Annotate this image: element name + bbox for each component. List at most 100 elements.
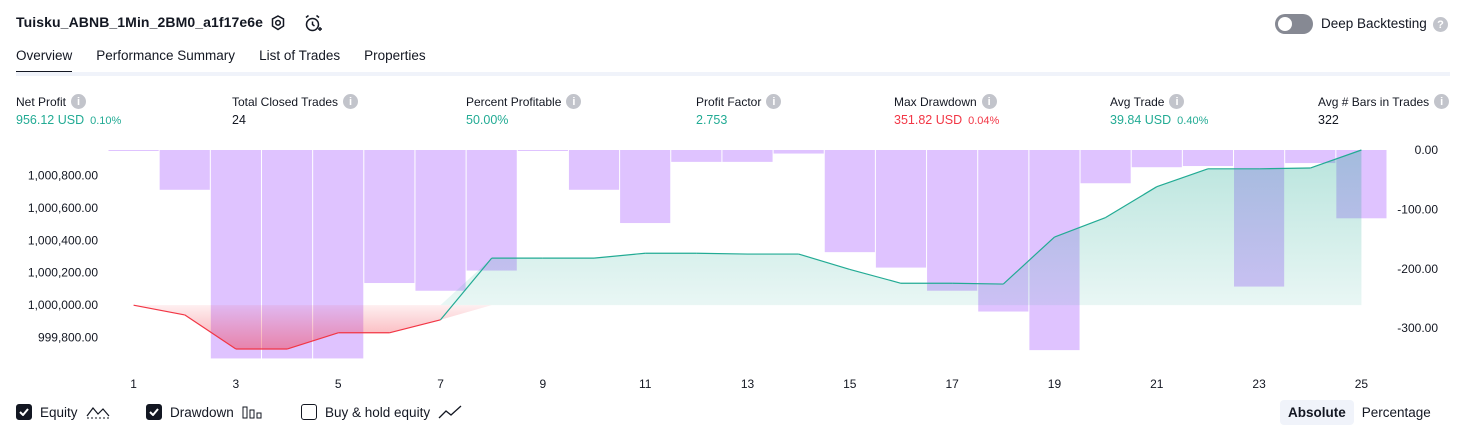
metric-label: Max Drawdown (894, 94, 977, 109)
metric-percent-profitable: Percent Profitable i 50.00% (466, 94, 582, 127)
x-tick-label: 9 (540, 377, 547, 391)
equity-line-segment (952, 282, 1004, 285)
drawdown-bar (671, 150, 722, 162)
legend-buy-hold[interactable]: Buy & hold equity (301, 404, 462, 420)
y-left-tick-label: 999,800.00 (38, 331, 98, 345)
metric-avg-bars: Avg # Bars in Trades i 322 (1318, 94, 1450, 127)
y-right-tick-label: -300.00 (1397, 321, 1438, 335)
x-tick-label: 25 (1355, 377, 1369, 391)
legend-label: Equity (40, 404, 78, 420)
drawdown-checkbox[interactable] (146, 404, 162, 420)
drawdown-bars-icon (242, 406, 262, 419)
tab-overview[interactable]: Overview (16, 48, 73, 74)
tab-list-of-trades[interactable]: List of Trades (259, 48, 340, 74)
metric-avg-trade: Avg Trade i 39.84 USD 0.40% (1110, 94, 1208, 127)
drawdown-bar (517, 150, 568, 151)
x-tick-label: 5 (335, 377, 342, 391)
buy-hold-checkbox[interactable] (301, 404, 317, 420)
info-icon[interactable]: i (766, 94, 782, 109)
metric-max-drawdown: Max Drawdown i 351.82 USD 0.04% (894, 94, 999, 127)
x-tick-label: 7 (437, 377, 444, 391)
y-right-tick-label: -100.00 (1397, 202, 1438, 216)
metric-value: 956.12 USD (16, 113, 85, 127)
tab-bar: Overview Performance Summary List of Tra… (16, 48, 426, 74)
info-icon[interactable]: i (343, 94, 359, 109)
drawdown-bar (875, 150, 927, 268)
info-icon[interactable]: i (566, 94, 582, 109)
strategy-title: Tuisku_ABNB_1Min_2BM0_a1f17e6e (16, 14, 264, 30)
drawdown-bar (108, 150, 159, 151)
metric-label: Profit Factor (696, 94, 762, 109)
alarm-clock-plus-icon[interactable] (302, 13, 322, 33)
x-tick-label: 21 (1150, 377, 1164, 391)
info-icon[interactable]: i (1169, 94, 1185, 109)
drawdown-bar (466, 150, 517, 271)
metric-profit-factor: Profit Factor i 2.753 (696, 94, 782, 127)
drawdown-bar (415, 150, 466, 291)
legend-label: Buy & hold equity (325, 404, 431, 420)
metric-percent: 0.10% (90, 115, 122, 127)
equity-checkbox[interactable] (16, 404, 32, 420)
metric-value: 351.82 USD (894, 113, 963, 127)
x-tick-label: 11 (639, 377, 652, 391)
drawdown-bar (568, 150, 620, 190)
metric-label: Total Closed Trades (232, 94, 339, 109)
y-left-tick-label: 1,000,000.00 (28, 298, 98, 312)
tab-properties[interactable]: Properties (364, 48, 426, 74)
absolute-button[interactable]: Absolute (1280, 400, 1354, 425)
info-icon[interactable]: i (1434, 94, 1450, 109)
deep-backtesting-label: Deep Backtesting (1321, 16, 1427, 31)
x-tick-label: 13 (741, 377, 755, 391)
drawdown-bar (722, 150, 773, 162)
help-icon[interactable]: ? (1433, 17, 1448, 32)
y-right-tick-label: -200.00 (1397, 262, 1438, 276)
metric-value: 2.753 (696, 113, 728, 127)
metric-percent: 0.40% (1177, 115, 1209, 127)
info-icon[interactable]: i (981, 94, 997, 109)
metric-label: Avg # Bars in Trades (1318, 94, 1430, 109)
drawdown-bar (1182, 150, 1234, 167)
metric-percent: 0.04% (968, 115, 1000, 127)
equity-line-segment (1259, 167, 1311, 170)
metric-total-closed-trades: Total Closed Trades i 24 (232, 94, 359, 127)
tab-divider (16, 72, 1450, 76)
drawdown-bar (159, 150, 210, 190)
x-tick-label: 23 (1252, 377, 1266, 391)
toggle-knob (1278, 17, 1292, 31)
equity-line-segment (696, 252, 748, 255)
metric-value: 24 (232, 113, 246, 127)
view-mode-switch: Absolute Percentage (1280, 400, 1439, 425)
equity-line-icon (86, 407, 109, 419)
tab-performance-summary[interactable]: Performance Summary (96, 48, 235, 74)
drawdown-bar (620, 150, 671, 224)
info-icon[interactable]: i (71, 94, 87, 109)
x-tick-label: 3 (233, 377, 240, 391)
y-left-tick-label: 1,000,600.00 (28, 201, 98, 215)
drawdown-bar (364, 150, 415, 284)
drawdown-bar (927, 150, 978, 291)
metric-value: 39.84 USD (1110, 113, 1172, 127)
deep-backtesting-toggle[interactable] (1275, 14, 1313, 34)
legend-equity[interactable]: Equity (16, 404, 110, 420)
legend-drawdown[interactable]: Drawdown (146, 404, 264, 420)
metric-net-profit: Net Profit i 956.12 USD 0.10% (16, 94, 121, 127)
drawdown-bar (1080, 150, 1131, 184)
x-tick-label: 17 (945, 377, 959, 391)
metric-value: 50.00% (466, 113, 509, 127)
metric-label: Percent Profitable (466, 94, 562, 109)
drawdown-bar (1285, 150, 1336, 164)
drawdown-bar (1131, 150, 1182, 168)
y-left-tick-label: 1,000,800.00 (28, 168, 98, 182)
x-tick-label: 19 (1048, 377, 1062, 391)
legend-label: Drawdown (170, 404, 234, 420)
equity-drawdown-chart[interactable]: 1,000,800.00 1,000,600.00 1,000,400.00 1,00… (0, 140, 1466, 400)
metric-value: 322 (1318, 113, 1339, 127)
y-right-tick-label: 0.00 (1415, 143, 1439, 157)
gear-icon[interactable] (268, 13, 288, 33)
x-tick-label: 15 (843, 377, 857, 391)
buy-hold-line-icon (438, 405, 462, 419)
x-tick-label: 1 (130, 377, 137, 391)
metric-label: Net Profit (16, 94, 67, 109)
percentage-button[interactable]: Percentage (1354, 400, 1439, 425)
drawdown-bar (773, 150, 824, 154)
